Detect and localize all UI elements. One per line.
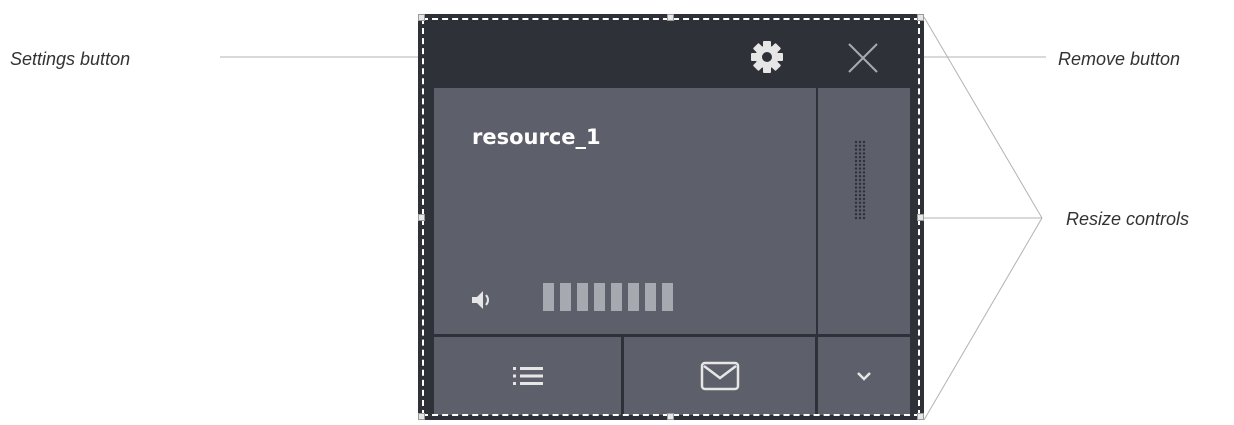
- list-button[interactable]: [434, 337, 621, 415]
- resize-handle-top-right[interactable]: [917, 14, 924, 21]
- volume-bar: [577, 283, 588, 311]
- volume-bar: [611, 283, 622, 311]
- resize-handle-left[interactable]: [418, 214, 425, 221]
- volume-bar: [560, 283, 571, 311]
- list-icon: [512, 367, 543, 385]
- resize-handle-bottom-left[interactable]: [418, 413, 425, 420]
- resize-leader-line-top: [923, 16, 1043, 219]
- expand-button[interactable]: [818, 337, 910, 415]
- close-icon: [848, 43, 878, 73]
- volume-bar: [628, 283, 639, 311]
- volume-bar: [594, 283, 605, 311]
- envelope-icon: [700, 361, 739, 391]
- remove-callout-label: Remove button: [1058, 49, 1181, 69]
- volume-bar: [645, 283, 656, 311]
- resize-leader-line-bottom: [923, 217, 1043, 421]
- speaker-icon[interactable]: [470, 288, 494, 312]
- volume-meter: [543, 283, 673, 311]
- message-button[interactable]: [624, 337, 815, 415]
- chevron-down-icon: [857, 372, 871, 381]
- volume-bar: [662, 283, 673, 311]
- resize-handle-right[interactable]: [917, 214, 924, 221]
- volume-bar: [543, 283, 554, 311]
- resize-callout-label: Resize controls: [1066, 209, 1190, 229]
- settings-button[interactable]: [743, 34, 791, 80]
- remove-button[interactable]: [838, 36, 888, 80]
- settings-callout-label: Settings button: [10, 49, 131, 69]
- resize-handle-top[interactable]: [667, 14, 674, 21]
- resource-name: resource_1: [472, 125, 601, 149]
- gear-icon: [751, 41, 783, 73]
- resize-handle-bottom-right[interactable]: [917, 413, 924, 420]
- resize-handle-bottom[interactable]: [667, 413, 674, 420]
- drag-grip-icon[interactable]: [848, 140, 872, 220]
- resize-handle-top-left[interactable]: [418, 14, 425, 21]
